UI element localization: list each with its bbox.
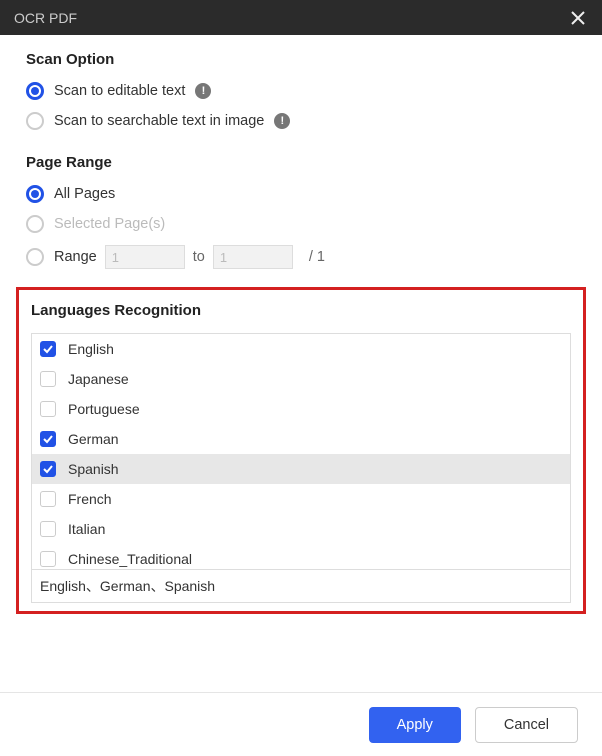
radio-icon xyxy=(26,82,44,100)
radio-icon xyxy=(26,185,44,203)
dialog-content: Scan Option Scan to editable text ! Scan… xyxy=(0,35,602,614)
checkbox-icon xyxy=(40,521,56,537)
cancel-button[interactable]: Cancel xyxy=(475,707,578,743)
language-label: Portuguese xyxy=(68,401,140,417)
range-to-label: to xyxy=(193,249,205,265)
page-range-label: Range xyxy=(54,249,97,265)
range-to-input[interactable] xyxy=(213,245,293,269)
checkbox-icon xyxy=(40,401,56,417)
scan-option-editable[interactable]: Scan to editable text ! xyxy=(26,82,576,100)
page-range-selected-label: Selected Page(s) xyxy=(54,216,165,232)
info-icon[interactable]: ! xyxy=(195,83,211,99)
dialog-footer: Apply Cancel xyxy=(0,692,602,756)
language-item[interactable]: French xyxy=(32,484,570,514)
languages-summary: English、German、Spanish xyxy=(32,569,570,602)
language-item[interactable]: Japanese xyxy=(32,364,570,394)
language-label: Spanish xyxy=(68,461,119,477)
language-item[interactable]: Spanish xyxy=(32,454,570,484)
window-title: OCR PDF xyxy=(14,10,77,26)
close-icon xyxy=(571,11,585,25)
language-label: English xyxy=(68,341,114,357)
range-from-input[interactable] xyxy=(105,245,185,269)
page-range-all[interactable]: All Pages xyxy=(26,185,576,203)
scan-option-label: Scan to searchable text in image xyxy=(54,113,264,129)
apply-button[interactable]: Apply xyxy=(369,707,461,743)
page-range-selected: Selected Page(s) xyxy=(26,215,576,233)
range-total: / 1 xyxy=(309,249,325,265)
page-range-title: Page Range xyxy=(26,154,576,171)
checkbox-icon xyxy=(40,461,56,477)
languages-title: Languages Recognition xyxy=(31,302,571,319)
checkbox-icon xyxy=(40,491,56,507)
radio-icon xyxy=(26,215,44,233)
close-button[interactable] xyxy=(568,8,588,28)
checkbox-icon xyxy=(40,551,56,567)
language-label: French xyxy=(68,491,112,507)
languages-section: Languages Recognition English Japanese Por… xyxy=(16,287,586,614)
language-item[interactable]: Chinese_Traditional xyxy=(32,544,570,569)
languages-list[interactable]: English Japanese Portuguese German Spanish Fr… xyxy=(32,334,570,569)
language-label: Japanese xyxy=(68,371,129,387)
checkbox-icon xyxy=(40,371,56,387)
language-item[interactable]: German xyxy=(32,424,570,454)
radio-icon xyxy=(26,112,44,130)
language-item[interactable]: Italian xyxy=(32,514,570,544)
language-label: Italian xyxy=(68,521,105,537)
language-label: German xyxy=(68,431,119,447)
scan-option-section: Scan Option Scan to editable text ! Scan… xyxy=(26,51,576,130)
language-label: Chinese_Traditional xyxy=(68,551,192,567)
scan-option-label: Scan to editable text xyxy=(54,83,185,99)
page-range-custom[interactable]: Range to / 1 xyxy=(26,245,576,269)
languages-box: English Japanese Portuguese German Spanish Fr… xyxy=(31,333,571,603)
language-item[interactable]: Portuguese xyxy=(32,394,570,424)
info-icon[interactable]: ! xyxy=(274,113,290,129)
page-range-section: Page Range All Pages Selected Page(s) Ra… xyxy=(26,154,576,269)
checkbox-icon xyxy=(40,431,56,447)
checkbox-icon xyxy=(40,341,56,357)
page-range-all-label: All Pages xyxy=(54,186,115,202)
language-item[interactable]: English xyxy=(32,334,570,364)
titlebar: OCR PDF xyxy=(0,0,602,35)
scan-option-searchable[interactable]: Scan to searchable text in image ! xyxy=(26,112,576,130)
radio-icon xyxy=(26,248,44,266)
scan-option-title: Scan Option xyxy=(26,51,576,68)
